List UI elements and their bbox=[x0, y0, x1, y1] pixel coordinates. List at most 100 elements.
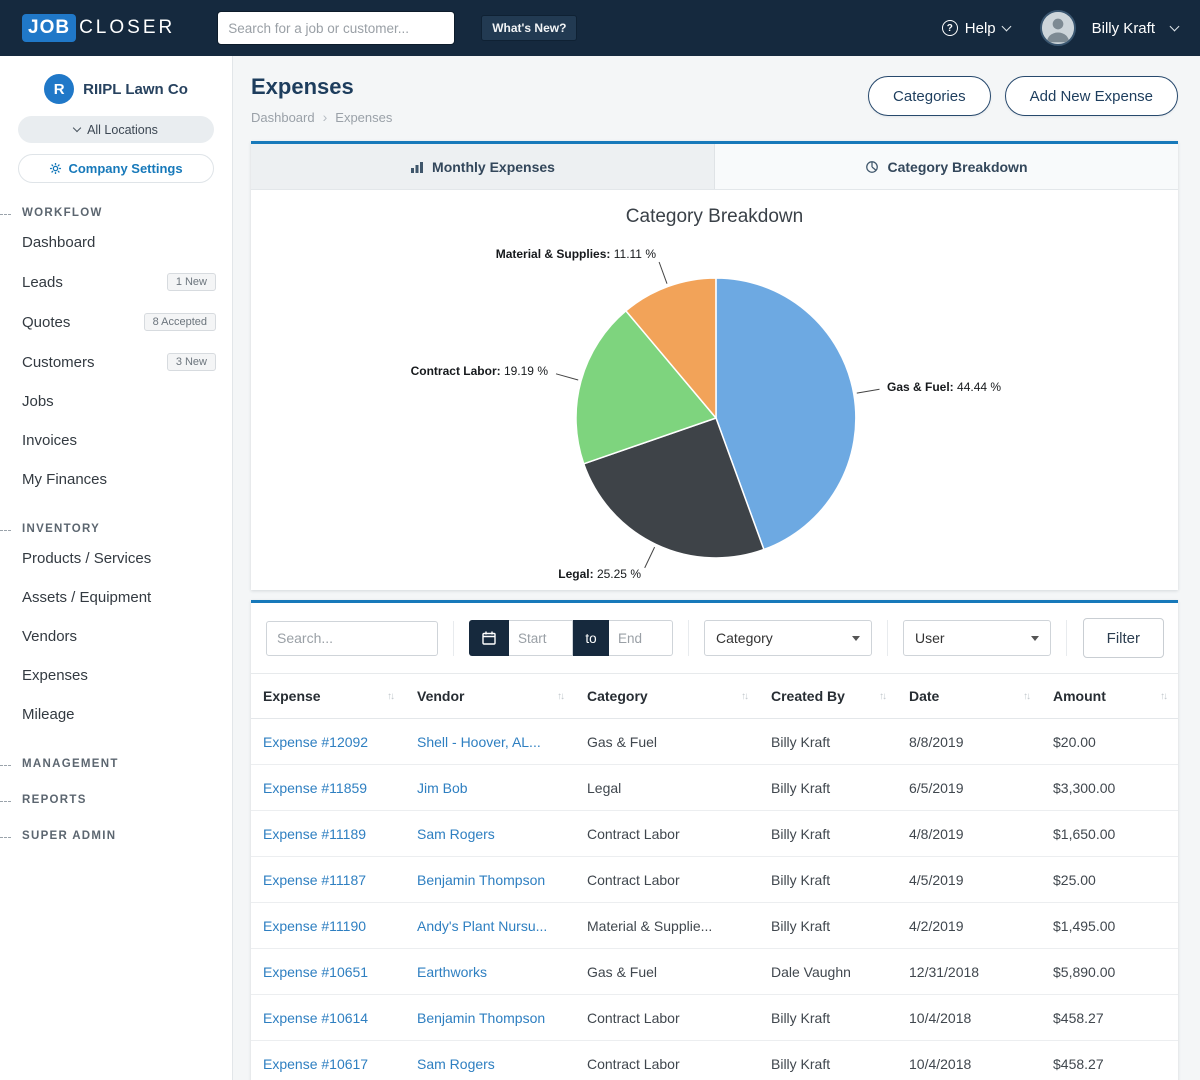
tab-label: Category Breakdown bbox=[887, 159, 1027, 175]
sort-icon[interactable]: ↑↓ bbox=[387, 691, 393, 702]
column-header-label: Amount bbox=[1053, 688, 1106, 704]
chart-title: Category Breakdown bbox=[251, 206, 1178, 228]
calendar-button[interactable] bbox=[469, 620, 509, 656]
sidebar-item-invoices[interactable]: Invoices bbox=[0, 421, 232, 460]
pie-label-contract-labor: Contract Labor: 19.19 % bbox=[411, 364, 548, 378]
company-settings-button[interactable]: Company Settings bbox=[18, 154, 214, 183]
chevron-down-icon[interactable] bbox=[1170, 21, 1180, 31]
expense-link[interactable]: Expense #11859 bbox=[263, 780, 367, 796]
company-header[interactable]: R RIIPL Lawn Co bbox=[0, 72, 232, 114]
expense-link[interactable]: Expense #12092 bbox=[263, 734, 368, 750]
user-select[interactable]: User bbox=[903, 620, 1051, 656]
vendor-link[interactable]: Shell - Hoover, AL... bbox=[417, 734, 541, 750]
vendor-link[interactable]: Sam Rogers bbox=[417, 1056, 495, 1072]
expense-link[interactable]: Expense #10617 bbox=[263, 1056, 368, 1072]
sort-icon[interactable]: ↑↓ bbox=[557, 691, 563, 702]
sidebar-item-mileage[interactable]: Mileage bbox=[0, 695, 232, 734]
whats-new-button[interactable]: What's New? bbox=[481, 15, 577, 41]
table-row: Expense #10651EarthworksGas & FuelDale V… bbox=[251, 949, 1178, 995]
filter-bar: to Category User Filter bbox=[251, 603, 1178, 674]
global-search-input[interactable] bbox=[217, 11, 455, 45]
table-row: Expense #10614Benjamin ThompsonContract … bbox=[251, 995, 1178, 1041]
sidebar-section-management[interactable]: MANAGEMENT bbox=[0, 758, 232, 770]
cell-amount: $5,890.00 bbox=[1041, 949, 1178, 995]
vendor-link[interactable]: Benjamin Thompson bbox=[417, 1010, 545, 1026]
table-row: Expense #11187Benjamin ThompsonContract … bbox=[251, 857, 1178, 903]
tab-category-breakdown[interactable]: Category Breakdown bbox=[715, 144, 1178, 189]
tab-label: Monthly Expenses bbox=[432, 159, 555, 175]
locations-dropdown[interactable]: All Locations bbox=[18, 116, 214, 143]
filter-button[interactable]: Filter bbox=[1083, 618, 1164, 658]
breadcrumb-dashboard[interactable]: Dashboard bbox=[251, 110, 315, 125]
start-date-input[interactable] bbox=[509, 620, 573, 656]
sort-icon[interactable]: ↑↓ bbox=[1023, 691, 1029, 702]
main-content: Expenses Dashboard › Expenses Categories… bbox=[233, 56, 1200, 1080]
sidebar-item-quotes[interactable]: Quotes8 Accepted bbox=[0, 302, 232, 342]
cell-vendor: Jim Bob bbox=[405, 765, 575, 811]
column-header-label: Category bbox=[587, 688, 648, 704]
sidebar-item-expenses[interactable]: Expenses bbox=[0, 656, 232, 695]
sidebar-item-assets-equipment[interactable]: Assets / Equipment bbox=[0, 578, 232, 617]
vendor-link[interactable]: Earthworks bbox=[417, 964, 487, 980]
vendor-link[interactable]: Andy's Plant Nursu... bbox=[417, 918, 547, 934]
vendor-link[interactable]: Jim Bob bbox=[417, 780, 468, 796]
sidebar-section-reports[interactable]: REPORTS bbox=[0, 794, 232, 806]
sidebar-item-label: Customers bbox=[22, 354, 95, 371]
cell-category: Contract Labor bbox=[575, 811, 759, 857]
sidebar-item-dashboard[interactable]: Dashboard bbox=[0, 223, 232, 262]
expense-link[interactable]: Expense #11187 bbox=[263, 872, 366, 888]
gear-icon bbox=[49, 162, 62, 175]
sidebar-item-my-finances[interactable]: My Finances bbox=[0, 460, 232, 499]
column-header-expense[interactable]: Expense↑↓ bbox=[251, 674, 405, 719]
cell-amount: $1,495.00 bbox=[1041, 903, 1178, 949]
breadcrumb: Dashboard › Expenses bbox=[251, 109, 392, 125]
sidebar-item-vendors[interactable]: Vendors bbox=[0, 617, 232, 656]
sidebar-section-workflow[interactable]: WORKFLOW bbox=[0, 207, 232, 219]
cell-date: 8/8/2019 bbox=[897, 719, 1041, 765]
logo-secondary: CLOSER bbox=[79, 17, 175, 39]
expense-link[interactable]: Expense #11189 bbox=[263, 826, 366, 842]
bar-chart-icon bbox=[410, 161, 424, 173]
help-menu[interactable]: ? Help bbox=[942, 20, 1010, 37]
sidebar-section-inventory[interactable]: INVENTORY bbox=[0, 523, 232, 535]
avatar-silhouette-icon bbox=[1042, 12, 1074, 44]
tab-monthly-expenses[interactable]: Monthly Expenses bbox=[251, 144, 715, 189]
end-date-input[interactable] bbox=[609, 620, 673, 656]
vendor-link[interactable]: Sam Rogers bbox=[417, 826, 495, 842]
expense-link[interactable]: Expense #11190 bbox=[263, 918, 366, 934]
sidebar-item-leads[interactable]: Leads1 New bbox=[0, 262, 232, 302]
add-new-expense-button[interactable]: Add New Expense bbox=[1005, 76, 1178, 116]
column-header-vendor[interactable]: Vendor ↑↓ bbox=[405, 674, 575, 719]
vendor-link[interactable]: Benjamin Thompson bbox=[417, 872, 545, 888]
breadcrumb-current: Expenses bbox=[335, 110, 392, 125]
table-search-input[interactable] bbox=[266, 621, 438, 656]
column-header-created-by[interactable]: Created By↑↓ bbox=[759, 674, 897, 719]
pie-label-legal: Legal: 25.25 % bbox=[558, 567, 641, 581]
cell-expense: Expense #11187 bbox=[251, 857, 405, 903]
app-logo[interactable]: JOB CLOSER bbox=[22, 14, 175, 42]
cell-vendor: Earthworks bbox=[405, 949, 575, 995]
sort-icon[interactable]: ↑↓ bbox=[741, 691, 747, 702]
sort-icon[interactable]: ↑↓ bbox=[1160, 691, 1166, 702]
categories-button[interactable]: Categories bbox=[868, 76, 991, 116]
cell-date: 10/4/2018 bbox=[897, 995, 1041, 1041]
user-avatar[interactable] bbox=[1040, 10, 1076, 46]
breadcrumb-separator-icon: › bbox=[323, 109, 328, 125]
column-header-label: Vendor bbox=[417, 688, 464, 704]
expenses-table-card: to Category User Filter bbox=[251, 600, 1178, 1080]
column-header-amount[interactable]: Amount ↑↓ bbox=[1041, 674, 1178, 719]
user-name[interactable]: Billy Kraft bbox=[1092, 20, 1155, 37]
sidebar-item-jobs[interactable]: Jobs bbox=[0, 382, 232, 421]
sidebar-item-products-services[interactable]: Products / Services bbox=[0, 539, 232, 578]
expense-link[interactable]: Expense #10651 bbox=[263, 964, 368, 980]
cell-category: Legal bbox=[575, 765, 759, 811]
category-select[interactable]: Category bbox=[704, 620, 872, 656]
column-header-category[interactable]: Category ↑↓ bbox=[575, 674, 759, 719]
expense-link[interactable]: Expense #10614 bbox=[263, 1010, 368, 1026]
top-navbar: JOB CLOSER What's New? ? Help Billy Kraf… bbox=[0, 0, 1200, 56]
sidebar-item-customers[interactable]: Customers3 New bbox=[0, 342, 232, 382]
column-header-date[interactable]: Date↑↓ bbox=[897, 674, 1041, 719]
sidebar-section-super-admin[interactable]: SUPER ADMIN bbox=[0, 830, 232, 842]
sort-icon[interactable]: ↑↓ bbox=[879, 691, 885, 702]
cell-date: 12/31/2018 bbox=[897, 949, 1041, 995]
